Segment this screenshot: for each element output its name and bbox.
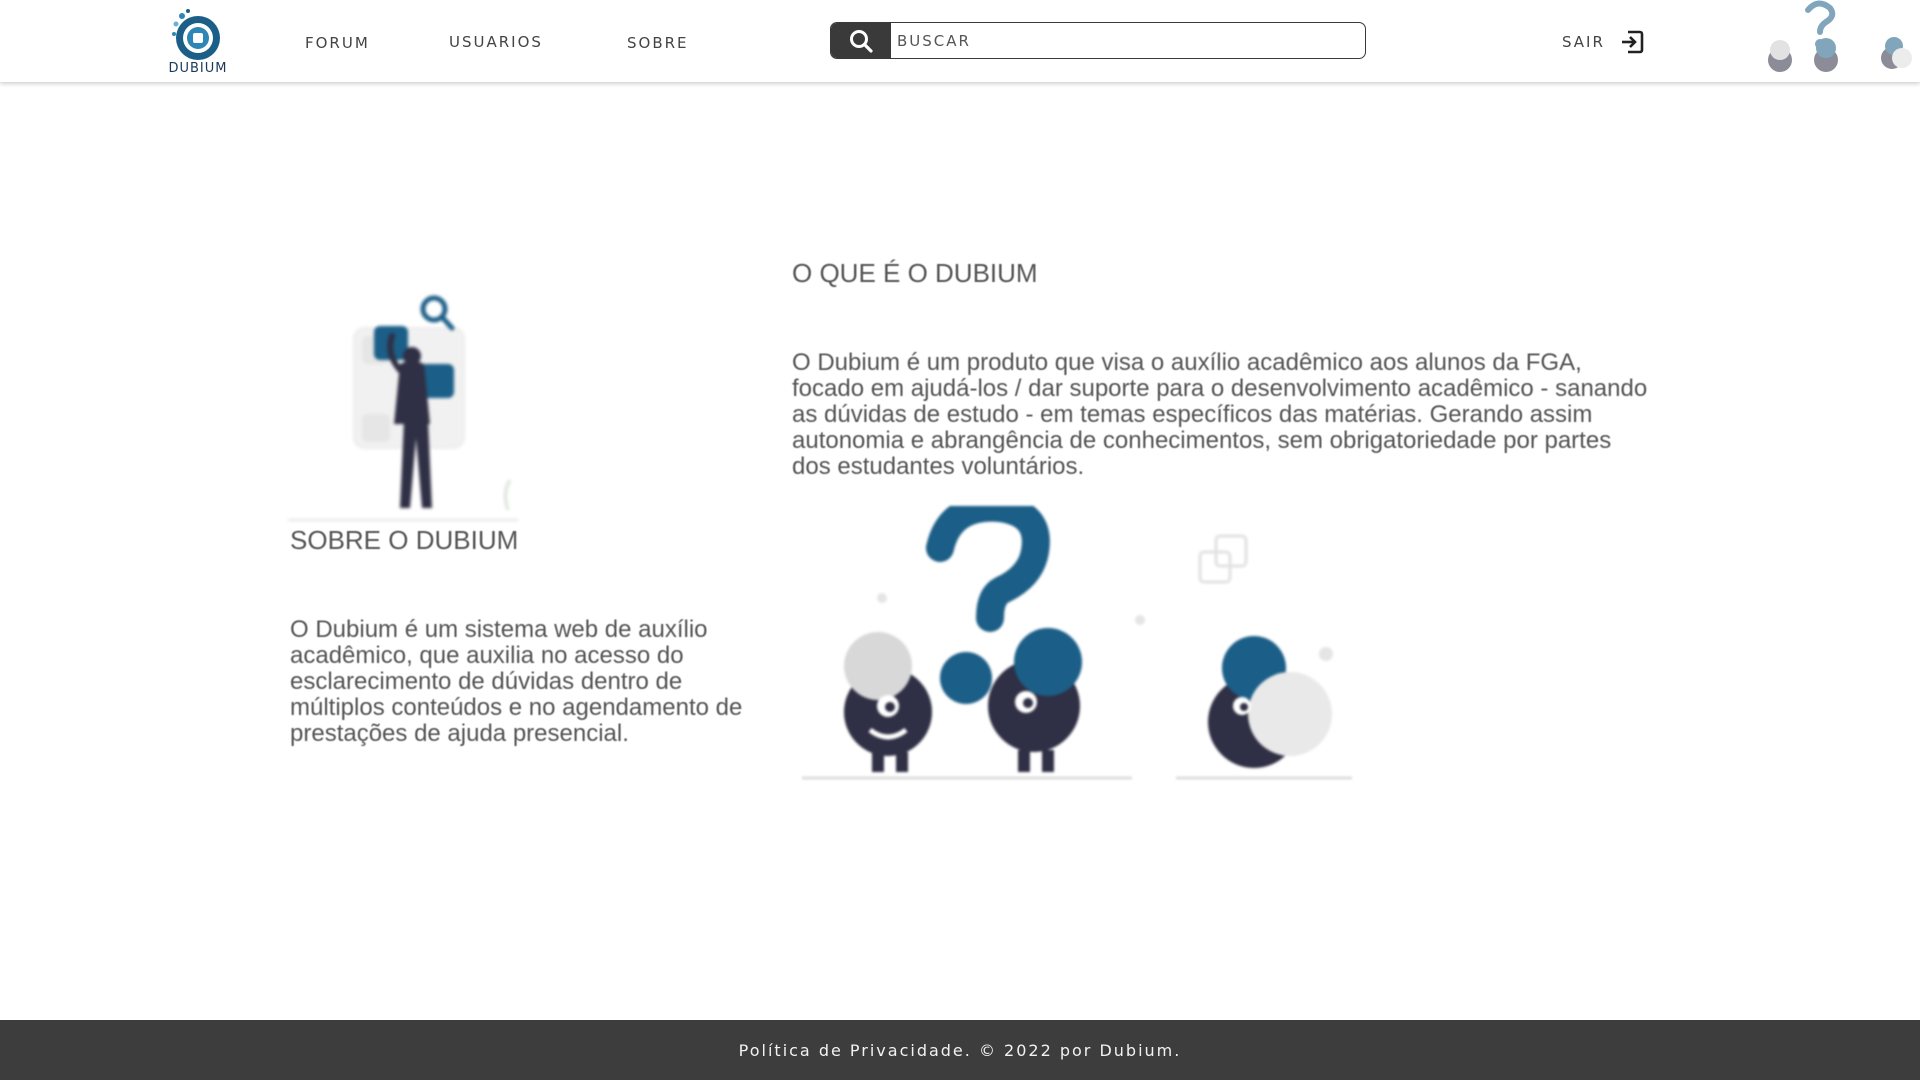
logout-label: SAIR xyxy=(1562,33,1605,51)
logout-button[interactable]: SAIR xyxy=(1562,29,1645,55)
about-text: O Dubium é um sistema web de auxílio aca… xyxy=(290,616,743,747)
search-bar xyxy=(830,22,1366,59)
nav-sobre[interactable]: SOBRE xyxy=(627,34,689,52)
nav-forum[interactable]: FORUM xyxy=(305,34,370,52)
logo-text: DUBIUM xyxy=(168,61,228,76)
what-text: O Dubium é um produto que visa o auxílio… xyxy=(792,349,1648,480)
header-illustration xyxy=(1768,0,1912,72)
search-button[interactable] xyxy=(831,23,891,58)
dubium-logo[interactable]: DUBIUM xyxy=(160,4,236,76)
footer-text[interactable]: Política de Privacidade. © 2022 por Dubi… xyxy=(739,1041,1182,1060)
person-puzzle-illustration xyxy=(288,295,518,521)
about-title: SOBRE O DUBIUM xyxy=(290,525,519,555)
logo-icon xyxy=(172,9,220,60)
nav-usuarios[interactable]: USUARIOS xyxy=(449,33,543,51)
what-title: O QUE É O DUBIUM xyxy=(792,258,1038,288)
footer: Política de Privacidade. © 2022 por Dubi… xyxy=(0,1020,1920,1080)
question-characters-illustration xyxy=(802,506,1352,780)
search-input[interactable] xyxy=(897,23,1357,58)
top-navbar: DUBIUM FORUM USUARIOS SOBRE SAIR xyxy=(0,0,1920,82)
search-icon xyxy=(850,29,873,53)
logout-icon xyxy=(1621,30,1644,54)
